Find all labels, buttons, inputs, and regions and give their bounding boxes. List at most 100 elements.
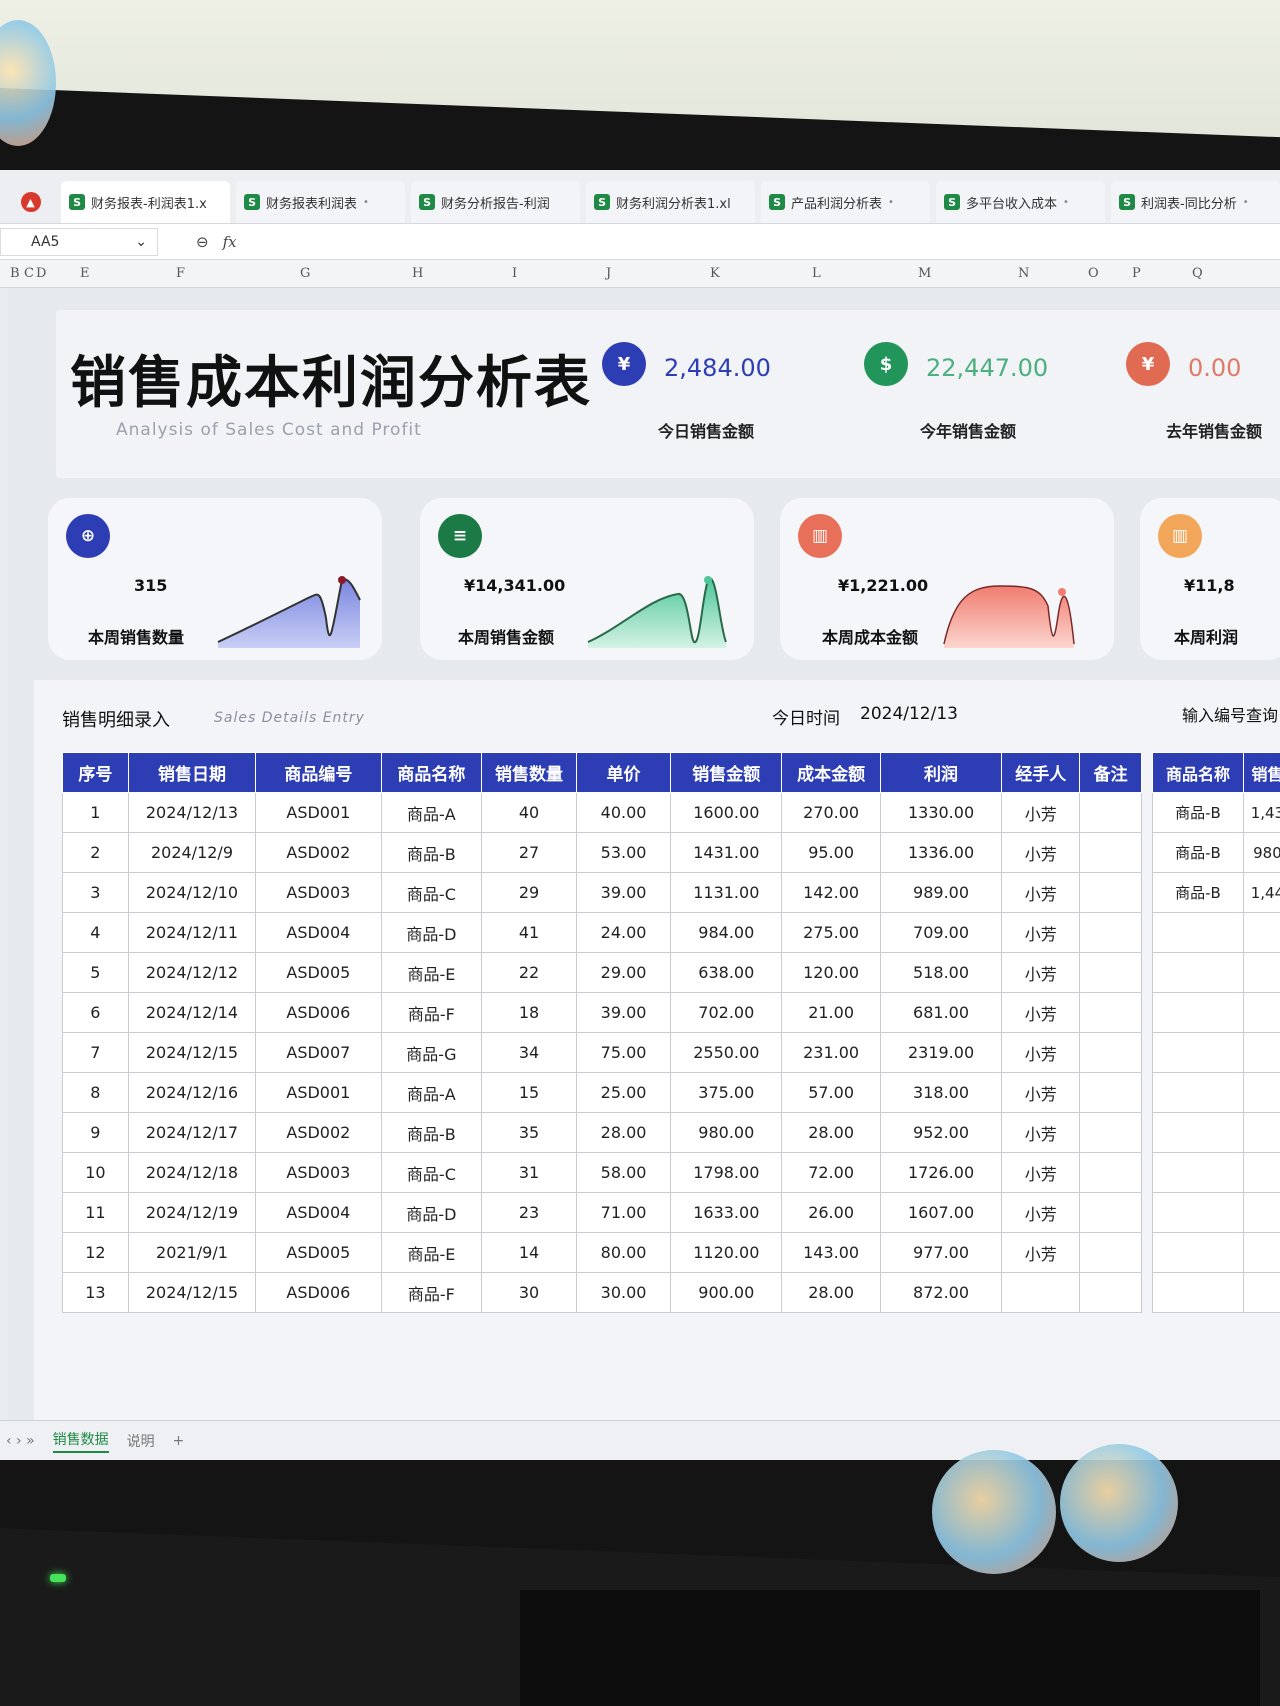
column-header-cell[interactable]: 销售金额	[670, 752, 783, 793]
column-header[interactable]: N	[1018, 266, 1029, 281]
table-cell[interactable]: 2024/12/9	[127, 832, 257, 873]
column-header-cell[interactable]: 经手人	[1001, 752, 1081, 793]
column-header[interactable]: F	[176, 266, 185, 281]
table-cell[interactable]: 375.00	[670, 1072, 783, 1113]
table-cell[interactable]: 1	[62, 792, 129, 833]
table-cell[interactable]: 小芳	[1001, 912, 1081, 953]
table-cell[interactable]: 638.00	[670, 952, 783, 993]
table-cell[interactable]: ASD001	[255, 792, 382, 833]
table-cell[interactable]: 2024/12/15	[127, 1032, 257, 1073]
sheet-tab-notes[interactable]: 说明	[127, 1431, 155, 1451]
table-cell[interactable]: 小芳	[1001, 1112, 1081, 1153]
table-cell[interactable]	[1079, 1112, 1142, 1153]
add-sheet-button[interactable]: +	[173, 1433, 185, 1449]
table-cell[interactable]: 21.00	[781, 992, 881, 1033]
table-cell[interactable]: 7	[62, 1032, 129, 1073]
table-cell[interactable]	[1152, 1192, 1244, 1233]
table-cell[interactable]: 29.00	[575, 952, 672, 993]
document-tab[interactable]: S 利润表-同比分析 •	[1111, 181, 1280, 223]
document-tab[interactable]: S 财务报表利润表 •	[236, 181, 406, 223]
table-cell[interactable]: 1120.00	[670, 1232, 783, 1273]
table-cell[interactable]: 1330.00	[879, 792, 1003, 833]
table-cell[interactable]: 8	[62, 1072, 129, 1113]
sheet-tab-sales-data[interactable]: 销售数据	[52, 1429, 109, 1453]
table-cell[interactable]: 小芳	[1001, 792, 1081, 833]
table-cell[interactable]	[1242, 952, 1280, 993]
table-cell[interactable]: 商品-B	[1152, 792, 1244, 833]
table-cell[interactable]: 18	[481, 992, 577, 1033]
table-cell[interactable]: 318.00	[879, 1072, 1003, 1113]
table-cell[interactable]	[1242, 1112, 1280, 1153]
table-cell[interactable]: ASD003	[255, 1152, 382, 1193]
table-cell[interactable]	[1079, 1192, 1142, 1233]
document-tab[interactable]: S 财务报表-利润表1.x	[61, 181, 231, 223]
table-cell[interactable]: 1633.00	[670, 1192, 783, 1233]
table-cell[interactable]: 35	[481, 1112, 577, 1153]
table-cell[interactable]: ASD006	[255, 992, 382, 1033]
column-header-cell[interactable]: 商品名称	[1152, 752, 1244, 793]
table-cell[interactable]: 2550.00	[670, 1032, 783, 1073]
table-cell[interactable]: 31	[481, 1152, 577, 1193]
column-header[interactable]: C	[24, 266, 34, 281]
column-header[interactable]: E	[80, 266, 90, 281]
table-cell[interactable]: 小芳	[1001, 1072, 1081, 1113]
table-cell[interactable]: 30.00	[575, 1272, 672, 1313]
table-cell[interactable]	[1152, 952, 1244, 993]
table-cell[interactable]: 商品-D	[380, 912, 483, 953]
table-cell[interactable]: ASD005	[255, 1232, 382, 1273]
document-tab[interactable]: S 多平台收入成本 •	[936, 181, 1106, 223]
table-cell[interactable]	[1152, 1072, 1244, 1113]
column-header[interactable]: H	[412, 266, 423, 281]
column-header[interactable]: M	[918, 266, 931, 281]
table-cell[interactable]: ASD001	[255, 1072, 382, 1113]
column-header-cell[interactable]: 单价	[575, 752, 672, 793]
table-cell[interactable]: 1726.00	[879, 1152, 1003, 1193]
table-cell[interactable]: 1,44	[1242, 872, 1280, 913]
table-cell[interactable]	[1152, 992, 1244, 1033]
table-cell[interactable]	[1079, 1272, 1142, 1313]
table-cell[interactable]	[1152, 1272, 1244, 1313]
table-cell[interactable]: 977.00	[879, 1232, 1003, 1273]
table-cell[interactable]	[1079, 992, 1142, 1033]
table-cell[interactable]: 商品-B	[380, 832, 483, 873]
table-cell[interactable]	[1242, 1192, 1280, 1233]
table-cell[interactable]: 30	[481, 1272, 577, 1313]
pdf-tab[interactable]: ▲	[6, 181, 55, 223]
table-cell[interactable]: 商品-C	[380, 1152, 483, 1193]
column-header-cell[interactable]: 成本金额	[781, 752, 881, 793]
table-cell[interactable]: 40.00	[575, 792, 672, 833]
column-header[interactable]: B	[10, 266, 20, 281]
table-cell[interactable]: 900.00	[670, 1272, 783, 1313]
table-cell[interactable]: 71.00	[575, 1192, 672, 1233]
table-cell[interactable]: 11	[62, 1192, 129, 1233]
table-cell[interactable]	[1079, 912, 1142, 953]
table-cell[interactable]: 22	[481, 952, 577, 993]
column-header-cell[interactable]: 销售日期	[127, 752, 257, 793]
table-cell[interactable]: ASD002	[255, 832, 382, 873]
table-cell[interactable]	[1242, 1152, 1280, 1193]
table-cell[interactable]	[1079, 952, 1142, 993]
table-cell[interactable]: ASD006	[255, 1272, 382, 1313]
column-header[interactable]: I	[512, 266, 517, 281]
table-cell[interactable]: 275.00	[781, 912, 881, 953]
table-cell[interactable]: 2024/12/13	[127, 792, 257, 833]
table-cell[interactable]: 小芳	[1001, 832, 1081, 873]
table-cell[interactable]: 商品-D	[380, 1192, 483, 1233]
table-cell[interactable]	[1242, 1032, 1280, 1073]
column-header-cell[interactable]: 利润	[879, 752, 1003, 793]
table-cell[interactable]: 80.00	[575, 1232, 672, 1273]
table-cell[interactable]: 872.00	[879, 1272, 1003, 1313]
table-cell[interactable]: 23	[481, 1192, 577, 1233]
table-cell[interactable]: 1,43	[1242, 792, 1280, 833]
table-cell[interactable]: 28.00	[781, 1272, 881, 1313]
table-cell[interactable]: 29	[481, 872, 577, 913]
table-cell[interactable]: ASD005	[255, 952, 382, 993]
table-cell[interactable]: 1600.00	[670, 792, 783, 833]
table-cell[interactable]: 15	[481, 1072, 577, 1113]
table-cell[interactable]: 2024/12/12	[127, 952, 257, 993]
table-cell[interactable]: 58.00	[575, 1152, 672, 1193]
table-cell[interactable]: 小芳	[1001, 1232, 1081, 1273]
name-box[interactable]: AA5 ⌄	[0, 227, 158, 256]
table-cell[interactable]: 989.00	[879, 872, 1003, 913]
table-cell[interactable]: 1131.00	[670, 872, 783, 913]
